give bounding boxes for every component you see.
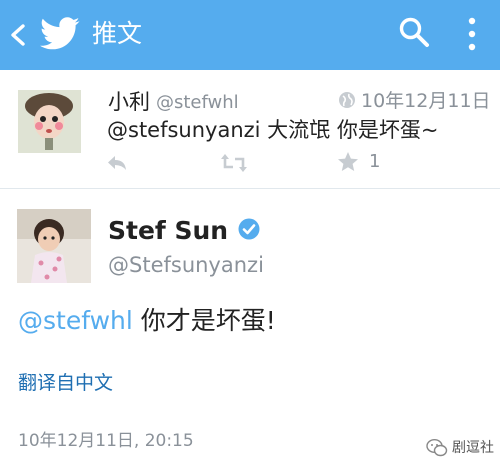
avatar[interactable]: [17, 209, 91, 283]
watermark: 剧逗社: [426, 438, 494, 458]
divider: [0, 188, 500, 189]
tweet-body: 你才是坏蛋!: [132, 306, 276, 335]
author-handle[interactable]: @Stefsunyanzi: [108, 251, 264, 279]
author-name[interactable]: Stef Sun: [108, 215, 228, 247]
verified-badge-icon: [238, 218, 260, 240]
retweet-icon[interactable]: [220, 153, 248, 173]
translate-link[interactable]: 翻译自中文: [18, 370, 113, 396]
tweet-date: 10年12月11日: [361, 90, 491, 112]
more-vertical-icon[interactable]: [466, 16, 478, 52]
back-arrow-icon[interactable]: [9, 24, 27, 46]
favorite-star-icon[interactable]: [337, 151, 359, 173]
watermark-text: 剧逗社: [452, 440, 494, 456]
app-bar: 推文: [0, 0, 500, 70]
favorite-count: 1: [369, 151, 381, 172]
avatar[interactable]: [18, 90, 81, 153]
reply-icon[interactable]: [106, 154, 128, 172]
search-icon[interactable]: [398, 16, 430, 48]
page-title: 推文: [92, 19, 143, 48]
tweet-text: @stefsunyanzi 大流氓 你是坏蛋~: [107, 118, 439, 142]
tweet-timestamp: 10年12月11日, 20:15: [18, 431, 194, 451]
author-handle[interactable]: @stefwhl: [156, 91, 239, 115]
twitter-bird-icon[interactable]: [40, 17, 80, 50]
mention-link[interactable]: @stefwhl: [18, 306, 133, 335]
globe-icon: [339, 92, 355, 108]
author-name[interactable]: 小利: [108, 89, 150, 115]
tweet-text: @stefwhl 你才是坏蛋!: [18, 305, 276, 337]
wechat-icon: [426, 438, 448, 457]
